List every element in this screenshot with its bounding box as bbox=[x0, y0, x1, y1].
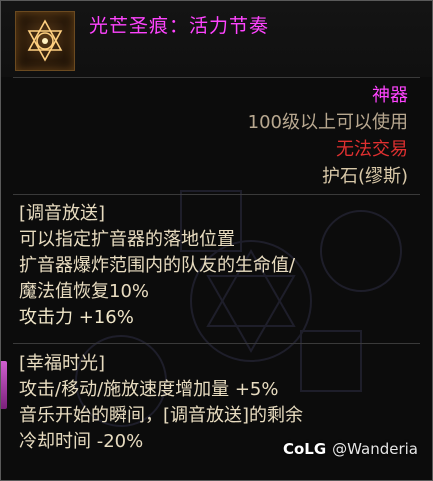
skill-stat: 攻击力 +16% bbox=[19, 307, 134, 328]
item-name: 光芒圣痕：活力节奏 bbox=[89, 15, 270, 37]
trade-status: 无法交易 bbox=[336, 139, 408, 160]
skill-header: [调音放送] bbox=[19, 203, 106, 224]
skill-section-happy-time: [幸福时光] 攻击/移动/施放速度增加量 +5% 音乐开始的瞬间，[调音放送]的… bbox=[19, 351, 303, 455]
watermark: CoLG @Wanderia bbox=[283, 440, 418, 458]
edge-ornament bbox=[1, 361, 7, 409]
item-tooltip: 光芒圣痕：活力节奏 神器 100级以上可以使用 无法交易 护石(缪斯) [调音放… bbox=[0, 0, 433, 481]
slot-type: 护石(缪斯) bbox=[321, 166, 408, 187]
skill-section-tuning: [调音放送] 可以指定扩音器的落地位置 扩音器爆炸范围内的队友的生命值/ 魔法值… bbox=[19, 201, 295, 331]
level-requirement: 100级以上可以使用 bbox=[247, 112, 408, 133]
skill-line: 攻击/移动/施放速度增加量 +5% bbox=[19, 379, 279, 400]
skill-line: 冷却时间 -20% bbox=[19, 431, 144, 452]
colg-logo: CoLG bbox=[282, 440, 327, 458]
divider bbox=[13, 77, 420, 78]
divider bbox=[13, 343, 420, 344]
skill-line: 扩音器爆炸范围内的队友的生命值/ bbox=[19, 255, 296, 276]
skill-line: 音乐开始的瞬间，[调音放送]的剩余 bbox=[19, 405, 304, 426]
divider bbox=[13, 194, 420, 195]
skill-line: 魔法值恢复10% bbox=[19, 281, 150, 302]
watermark-user: @Wanderia bbox=[332, 440, 418, 458]
skill-line: 可以指定扩音器的落地位置 bbox=[19, 229, 235, 250]
crystal-star-icon bbox=[15, 11, 75, 71]
title-bar: 光芒圣痕：活力节奏 bbox=[1, 1, 432, 77]
skill-header: [幸福时光] bbox=[19, 353, 106, 374]
item-grade: 神器 bbox=[372, 85, 408, 106]
